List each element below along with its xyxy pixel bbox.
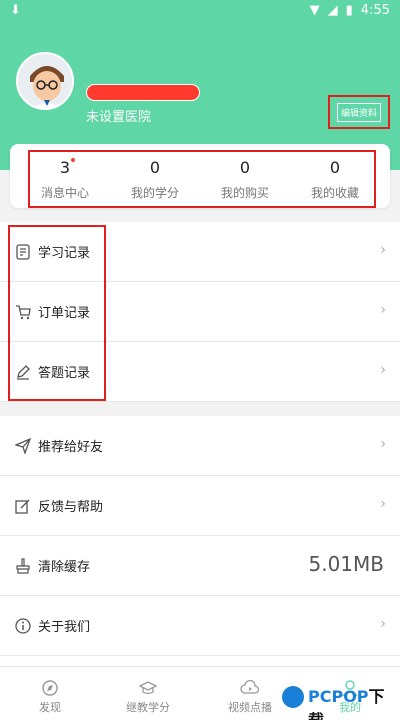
chevron-right-icon: ›	[380, 496, 386, 512]
signal-icon: ◢	[327, 3, 338, 18]
hospital-label: 未设置医院	[86, 110, 152, 125]
list-item-study-records[interactable]: 学习记录 ›	[0, 222, 400, 282]
tab-credits[interactable]: 继教学分	[108, 679, 188, 715]
send-icon	[14, 437, 32, 455]
stat-purchases[interactable]: 0 我的购买	[200, 158, 290, 201]
chevron-right-icon: ›	[380, 302, 386, 318]
list-item-order-records[interactable]: 订单记录 ›	[0, 282, 400, 342]
tab-discover[interactable]: 发现	[10, 679, 90, 715]
list-item-clear-cache[interactable]: 清除缓存 5.01MB	[0, 536, 400, 596]
note-icon	[14, 243, 32, 261]
settings-list: 推荐给好友 › 反馈与帮助 › 清除缓存 5.01MB 关于我们 ›	[0, 416, 400, 666]
chevron-right-icon: ›	[380, 436, 386, 452]
chevron-right-icon: ›	[380, 242, 386, 258]
clock: 4:55	[360, 3, 390, 18]
unread-dot	[71, 158, 75, 162]
cart-icon	[14, 303, 32, 321]
stat-credits[interactable]: 0 我的学分	[110, 158, 200, 201]
avatar[interactable]	[16, 52, 74, 110]
broom-icon	[14, 557, 32, 575]
list-item-recommend[interactable]: 推荐给好友 ›	[0, 416, 400, 476]
records-list: 学习记录 › 订单记录 › 答题记录 ›	[0, 222, 400, 402]
list-item-about[interactable]: 关于我们 ›	[0, 596, 400, 656]
stat-favorites[interactable]: 0 我的收藏	[290, 158, 380, 201]
download-icon: ⬇	[10, 3, 21, 18]
discover-icon	[10, 679, 90, 699]
info-icon	[14, 617, 32, 635]
graduation-cap-icon	[108, 679, 188, 699]
cache-size: 5.01MB	[308, 552, 384, 576]
brand-watermark: PCPOP下载	[308, 687, 385, 720]
chevron-right-icon: ›	[380, 616, 386, 632]
brand-logo-icon	[282, 686, 304, 708]
wifi-icon: ▼	[309, 3, 320, 18]
edit-icon	[14, 497, 32, 515]
battery-icon: ▮	[345, 3, 353, 18]
list-item-feedback[interactable]: 反馈与帮助 ›	[0, 476, 400, 536]
list-item-quiz-records[interactable]: 答题记录 ›	[0, 342, 400, 402]
chevron-right-icon: ›	[380, 362, 386, 378]
edit-highlight-frame: 编辑资料	[328, 95, 390, 129]
pencil-icon	[14, 363, 32, 381]
stat-messages[interactable]: 3 消息中心	[20, 158, 110, 201]
cloud-play-icon	[210, 679, 290, 699]
user-name-redacted	[86, 84, 200, 101]
status-bar: ⬇ ▼ ◢ ▮ 4:55	[0, 0, 400, 24]
edit-profile-button[interactable]: 编辑资料	[336, 102, 381, 122]
tab-video[interactable]: 视频点播	[210, 679, 290, 715]
